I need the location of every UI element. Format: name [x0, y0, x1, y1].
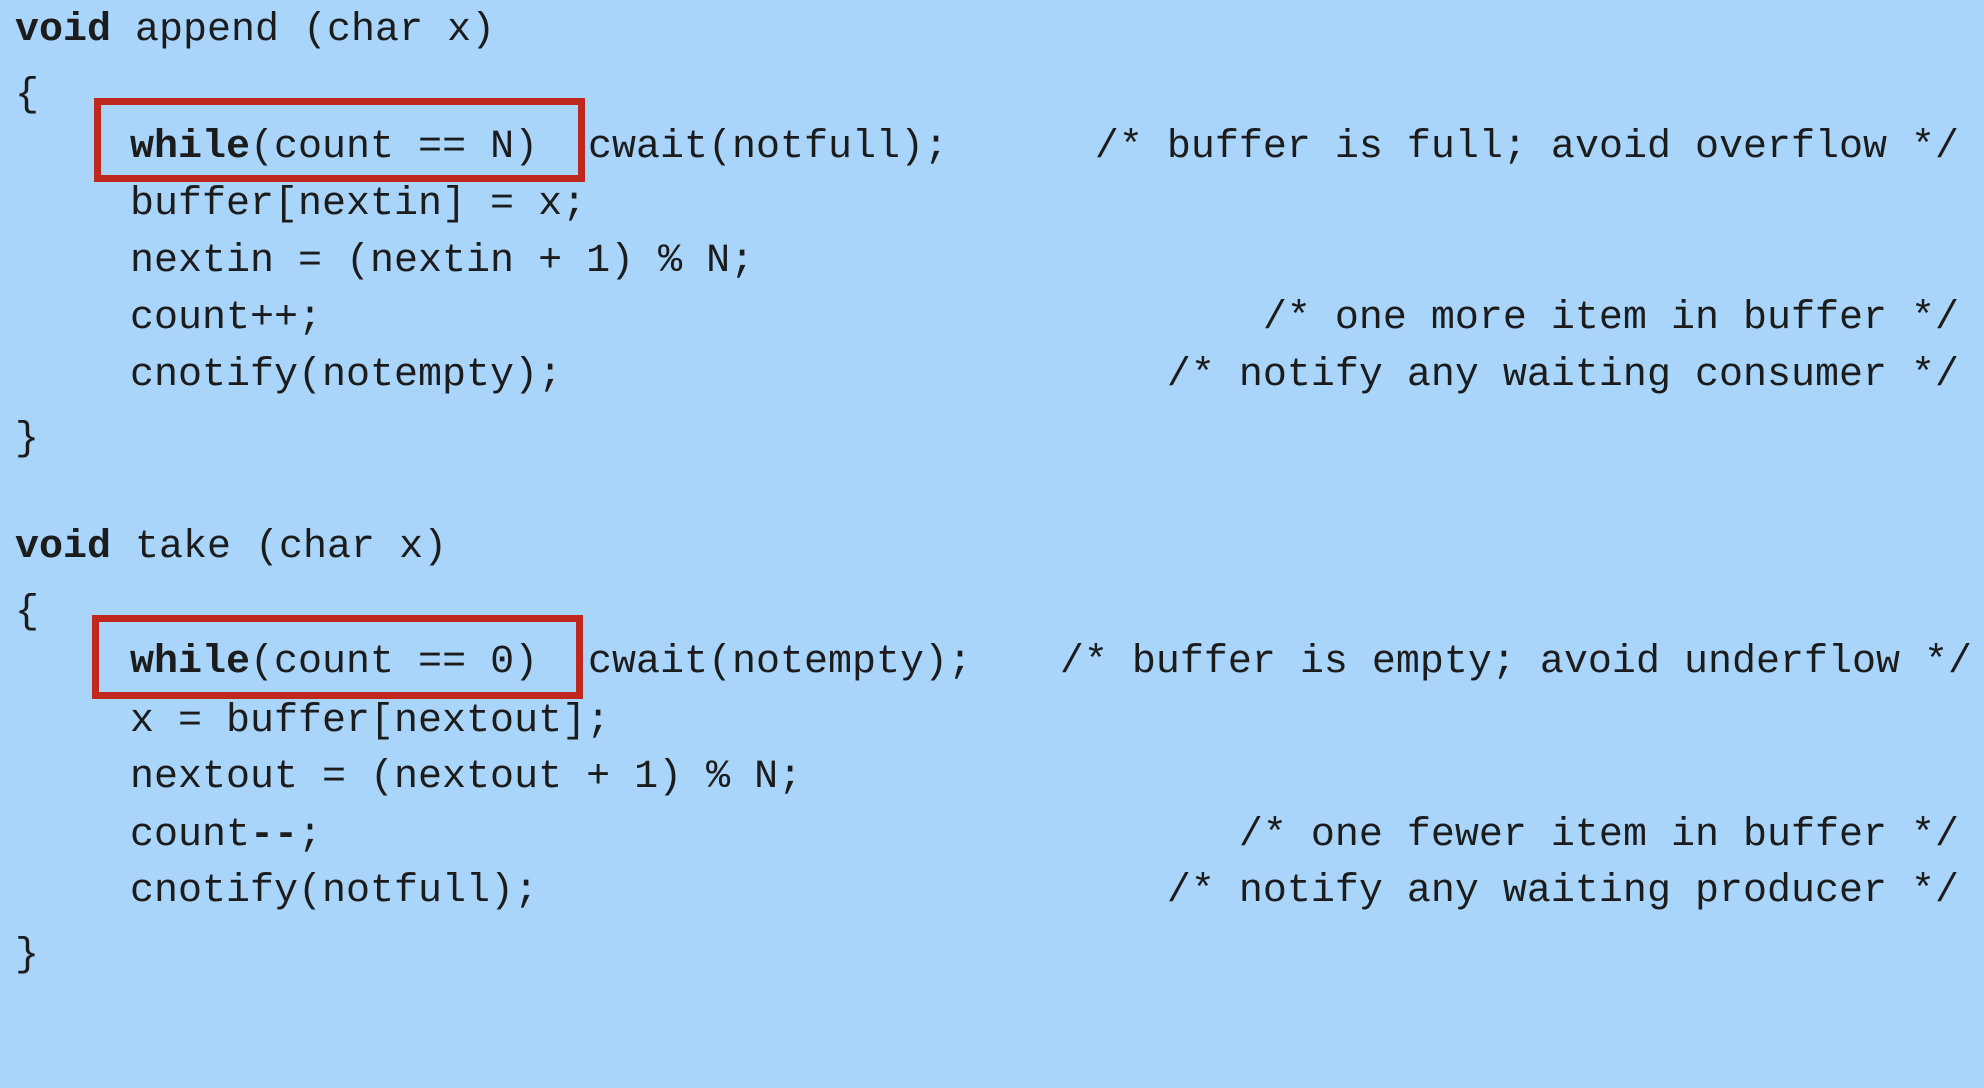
append-while-action: cwait(notfull); [588, 125, 949, 170]
take-signature-text: take (char x) [111, 525, 448, 570]
void-keyword: void [15, 525, 112, 570]
append-signature-text: append (char x) [111, 8, 496, 53]
append-signature-line: void append (char x) [15, 3, 495, 59]
append-while-comment: /* buffer is full; avoid overflow */ [1094, 125, 1959, 170]
append-notify-comment: /* notify any waiting consumer */ [1166, 353, 1959, 398]
take-notify-comment: /* notify any waiting producer */ [1166, 869, 1959, 914]
append-close-brace: } [15, 417, 40, 462]
append-count-statement: count++; [130, 296, 323, 341]
take-count-statement: count--; [130, 813, 323, 858]
append-while-highlight-box [94, 98, 585, 182]
take-notify-line: cnotify(notfull); /* notify any waiting … [0, 864, 1984, 920]
take-buffer-line: x = buffer[nextout]; [130, 699, 611, 744]
take-count-comment: /* one fewer item in buffer */ [1238, 813, 1959, 858]
decrement-operator: -- [250, 813, 299, 858]
take-signature-line: void take (char x) [15, 520, 447, 576]
append-nextin-line: nextin = (nextin + 1) % N; [130, 239, 755, 284]
take-count-line: count--; /* one fewer item in buffer */ [0, 808, 1984, 864]
take-notify-statement: cnotify(notfull); [130, 869, 539, 914]
take-nextout-line: nextout = (nextout + 1) % N; [130, 755, 803, 800]
take-close-brace: } [15, 933, 40, 978]
append-notify-line: cnotify(notempty); /* notify any waiting… [0, 348, 1984, 404]
append-count-comment: /* one more item in buffer */ [1262, 296, 1959, 341]
take-while-highlight-box [92, 615, 583, 699]
code-listing: void append (char x) { while(count == N)… [0, 0, 1984, 992]
append-open-brace: { [15, 73, 40, 118]
append-count-line: count++; /* one more item in buffer */ [0, 291, 1984, 347]
void-keyword: void [15, 8, 112, 53]
take-while-comment: /* buffer is empty; avoid underflow */ [1059, 640, 1972, 685]
append-notify-statement: cnotify(notempty); [130, 353, 563, 398]
take-open-brace: { [15, 590, 40, 635]
take-while-action: cwait(notempty); [588, 640, 973, 685]
append-buffer-line: buffer[nextin] = x; [130, 182, 587, 227]
